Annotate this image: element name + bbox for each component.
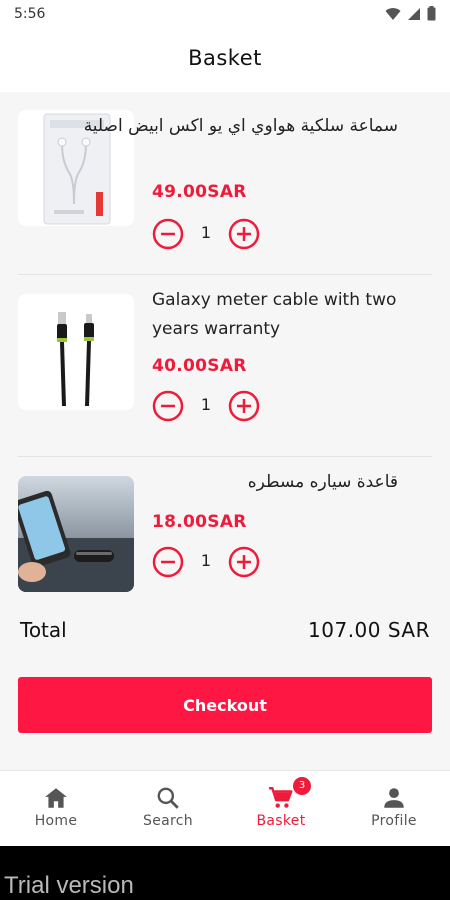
basket-item: قاعدة سياره مسطره 18.00SAR 1 xyxy=(18,472,432,596)
nav-item-home[interactable]: Home xyxy=(0,771,112,847)
decrease-quantity-button[interactable] xyxy=(152,390,184,422)
status-time: 5:56 xyxy=(14,6,46,22)
product-price: 49.00SAR xyxy=(152,182,247,202)
nav-label: Profile xyxy=(371,813,417,829)
page-title: Basket xyxy=(188,46,262,70)
home-icon xyxy=(45,788,67,808)
increase-quantity-button[interactable] xyxy=(228,218,260,250)
quantity-value: 1 xyxy=(200,223,212,242)
product-name[interactable]: قاعدة سياره مسطره xyxy=(248,468,398,497)
nav-label: Home xyxy=(34,813,78,829)
cart-icon xyxy=(269,787,293,808)
product-image[interactable] xyxy=(18,294,134,410)
checkout-button[interactable]: Checkout xyxy=(18,677,432,733)
nav-item-profile[interactable]: Profile xyxy=(338,771,450,847)
quantity-stepper: 1 xyxy=(152,218,262,250)
total-label: Total xyxy=(20,618,67,642)
watermark-text: Trial version xyxy=(4,872,134,899)
wifi-icon xyxy=(385,7,401,20)
watermark-bar: Trial version xyxy=(0,846,450,900)
quantity-stepper: 1 xyxy=(152,546,262,578)
decrease-quantity-button[interactable] xyxy=(152,546,184,578)
divider xyxy=(18,456,432,457)
product-image[interactable] xyxy=(18,476,134,592)
battery-icon xyxy=(427,6,436,21)
signal-icon xyxy=(408,7,420,20)
person-icon xyxy=(384,788,404,808)
quantity-value: 1 xyxy=(200,395,212,414)
cart-count-badge: 3 xyxy=(293,777,311,795)
increase-quantity-button[interactable] xyxy=(228,390,260,422)
total-value: 107.00 SAR xyxy=(308,618,430,642)
nav-item-search[interactable]: Search xyxy=(112,771,224,847)
quantity-value: 1 xyxy=(200,551,212,570)
divider xyxy=(18,274,432,275)
nav-item-basket[interactable]: 3 Basket xyxy=(225,771,337,847)
car-holder-image xyxy=(18,476,134,592)
basket-item: Galaxy meter cable with two years warran… xyxy=(18,290,432,444)
nav-label: Search xyxy=(143,813,193,829)
product-name[interactable]: سماعة سلكية هواوي اي يو اكس ابيض اصلية xyxy=(84,112,398,141)
nav-label: Basket xyxy=(256,813,306,829)
quantity-stepper: 1 xyxy=(152,390,262,422)
bottom-nav: Home Search 3 Basket Profile xyxy=(0,770,450,846)
search-icon xyxy=(157,787,179,809)
product-price: 18.00SAR xyxy=(152,512,247,532)
usb-cable-image xyxy=(18,294,134,410)
increase-quantity-button[interactable] xyxy=(228,546,260,578)
basket-item: سماعة سلكية هواوي اي يو اكس ابيض اصلية 4… xyxy=(18,110,432,260)
app-header: Basket xyxy=(0,30,450,92)
total-row: Total 107.00 SAR xyxy=(18,612,432,648)
status-bar: 5:56 xyxy=(0,0,450,30)
status-icons xyxy=(385,6,436,21)
decrease-quantity-button[interactable] xyxy=(152,218,184,250)
product-price: 40.00SAR xyxy=(152,356,247,376)
product-name[interactable]: Galaxy meter cable with two years warran… xyxy=(152,286,422,344)
